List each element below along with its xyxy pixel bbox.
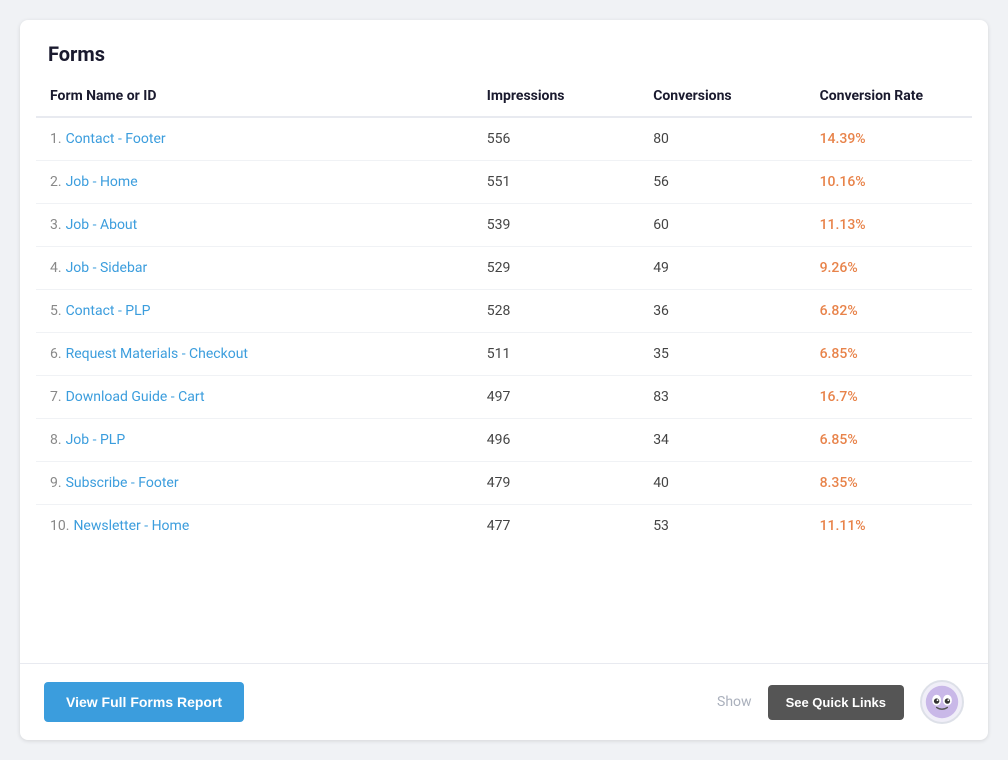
show-label: Show xyxy=(717,694,752,710)
cell-impressions: 479 xyxy=(473,462,639,505)
table-row: 4.Job - Sidebar529499.26% xyxy=(36,247,972,290)
row-number: 2. xyxy=(50,174,62,190)
table-row: 5.Contact - PLP528366.82% xyxy=(36,290,972,333)
conversion-rate-value: 14.39% xyxy=(820,131,866,147)
table-row: 7.Download Guide - Cart4978316.7% xyxy=(36,376,972,419)
cell-name: 2.Job - Home xyxy=(36,161,473,204)
widget-title: Forms xyxy=(48,42,960,66)
cell-impressions: 528 xyxy=(473,290,639,333)
conversion-rate-value: 11.13% xyxy=(820,217,866,233)
cell-rate: 11.13% xyxy=(806,204,972,247)
avatar-icon[interactable] xyxy=(920,680,964,724)
table-row: 10.Newsletter - Home4775311.11% xyxy=(36,505,972,548)
form-link[interactable]: Download Guide - Cart xyxy=(66,389,205,405)
header-conversions: Conversions xyxy=(639,76,805,117)
conversion-rate-value: 10.16% xyxy=(820,174,866,190)
row-number: 9. xyxy=(50,475,62,491)
cell-conversions: 34 xyxy=(639,419,805,462)
cell-rate: 6.82% xyxy=(806,290,972,333)
row-number: 7. xyxy=(50,389,62,405)
cell-rate: 6.85% xyxy=(806,419,972,462)
cell-impressions: 496 xyxy=(473,419,639,462)
form-link[interactable]: Job - Home xyxy=(66,174,138,190)
table-row: 1.Contact - Footer5568014.39% xyxy=(36,117,972,161)
header-rate: Conversion Rate xyxy=(806,76,972,117)
conversion-rate-value: 8.35% xyxy=(820,475,858,491)
cell-name: 4.Job - Sidebar xyxy=(36,247,473,290)
form-link[interactable]: Request Materials - Checkout xyxy=(66,346,248,362)
cell-rate: 11.11% xyxy=(806,505,972,548)
cell-conversions: 35 xyxy=(639,333,805,376)
forms-widget: Forms Form Name or ID Impressions Conver… xyxy=(20,20,988,740)
cell-rate: 6.85% xyxy=(806,333,972,376)
cell-name: 9.Subscribe - Footer xyxy=(36,462,473,505)
conversion-rate-value: 6.82% xyxy=(820,303,858,319)
form-link[interactable]: Job - Sidebar xyxy=(66,260,148,276)
cell-conversions: 80 xyxy=(639,117,805,161)
cell-name: 10.Newsletter - Home xyxy=(36,505,473,548)
conversion-rate-value: 16.7% xyxy=(820,389,858,405)
cell-conversions: 49 xyxy=(639,247,805,290)
row-number: 6. xyxy=(50,346,62,362)
view-full-report-button[interactable]: View Full Forms Report xyxy=(44,682,244,722)
cell-impressions: 556 xyxy=(473,117,639,161)
cell-rate: 9.26% xyxy=(806,247,972,290)
form-link[interactable]: Subscribe - Footer xyxy=(66,475,179,491)
table-row: 3.Job - About5396011.13% xyxy=(36,204,972,247)
row-number: 8. xyxy=(50,432,62,448)
row-number: 1. xyxy=(50,131,62,147)
form-link[interactable]: Contact - PLP xyxy=(66,303,151,319)
table-row: 2.Job - Home5515610.16% xyxy=(36,161,972,204)
table-row: 6.Request Materials - Checkout511356.85% xyxy=(36,333,972,376)
cell-rate: 10.16% xyxy=(806,161,972,204)
row-number: 4. xyxy=(50,260,62,276)
cell-rate: 16.7% xyxy=(806,376,972,419)
form-link[interactable]: Newsletter - Home xyxy=(73,518,189,534)
cell-name: 7.Download Guide - Cart xyxy=(36,376,473,419)
table-row: 8.Job - PLP496346.85% xyxy=(36,419,972,462)
conversion-rate-value: 6.85% xyxy=(820,346,858,362)
header-name: Form Name or ID xyxy=(36,76,473,117)
cell-conversions: 56 xyxy=(639,161,805,204)
cell-conversions: 83 xyxy=(639,376,805,419)
cell-name: 8.Job - PLP xyxy=(36,419,473,462)
cell-impressions: 511 xyxy=(473,333,639,376)
cell-name: 5.Contact - PLP xyxy=(36,290,473,333)
cell-name: 1.Contact - Footer xyxy=(36,117,473,161)
cell-name: 3.Job - About xyxy=(36,204,473,247)
conversion-rate-value: 11.11% xyxy=(820,518,866,534)
cell-impressions: 529 xyxy=(473,247,639,290)
quick-links-button[interactable]: See Quick Links xyxy=(768,685,904,720)
form-link[interactable]: Contact - Footer xyxy=(66,131,166,147)
widget-footer: View Full Forms Report Show See Quick Li… xyxy=(20,663,988,740)
row-number: 5. xyxy=(50,303,62,319)
conversion-rate-value: 9.26% xyxy=(820,260,858,276)
cell-impressions: 551 xyxy=(473,161,639,204)
cell-conversions: 60 xyxy=(639,204,805,247)
cell-conversions: 53 xyxy=(639,505,805,548)
row-number: 10. xyxy=(50,518,69,534)
form-link[interactable]: Job - PLP xyxy=(66,432,126,448)
forms-table: Form Name or ID Impressions Conversions … xyxy=(36,76,972,547)
table-header: Form Name or ID Impressions Conversions … xyxy=(36,76,972,117)
table-body: 1.Contact - Footer5568014.39%2.Job - Hom… xyxy=(36,117,972,547)
header-impressions: Impressions xyxy=(473,76,639,117)
table-row: 9.Subscribe - Footer479408.35% xyxy=(36,462,972,505)
cell-conversions: 40 xyxy=(639,462,805,505)
row-number: 3. xyxy=(50,217,62,233)
cell-rate: 8.35% xyxy=(806,462,972,505)
cell-name: 6.Request Materials - Checkout xyxy=(36,333,473,376)
table-wrapper: Form Name or ID Impressions Conversions … xyxy=(20,76,988,659)
cell-impressions: 497 xyxy=(473,376,639,419)
cell-conversions: 36 xyxy=(639,290,805,333)
cell-rate: 14.39% xyxy=(806,117,972,161)
form-link[interactable]: Job - About xyxy=(66,217,138,233)
conversion-rate-value: 6.85% xyxy=(820,432,858,448)
cell-impressions: 477 xyxy=(473,505,639,548)
footer-right: Show See Quick Links xyxy=(717,680,964,724)
widget-header: Forms xyxy=(20,20,988,76)
cell-impressions: 539 xyxy=(473,204,639,247)
